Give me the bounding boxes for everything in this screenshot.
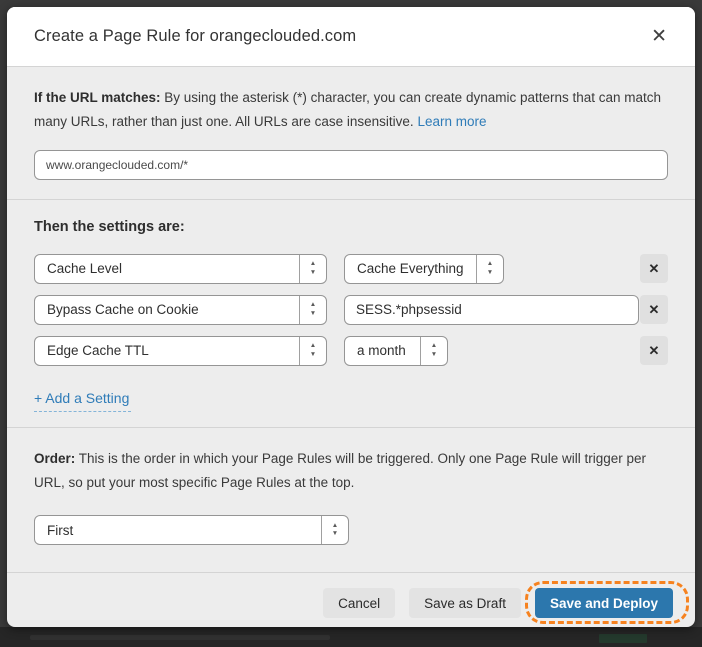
learn-more-link[interactable]: Learn more [417,114,486,129]
stepper-icon: ▲▼ [420,337,447,365]
page-rule-dialog: Create a Page Rule for orangeclouded.com… [7,7,695,627]
url-match-label: If the URL matches: [34,90,161,105]
order-label: Order: [34,451,75,466]
order-select[interactable]: First ▲▼ [34,515,349,545]
setting-row-edge-ttl: Edge Cache TTL ▲▼ a month ▲▼ ✕ [34,336,668,366]
setting-select-cache-level[interactable]: Cache Level ▲▼ [34,254,327,284]
url-match-section: If the URL matches: By using the asteris… [7,67,695,199]
dialog-header: Create a Page Rule for orangeclouded.com… [7,7,695,66]
setting-row-bypass-cookie: Bypass Cache on Cookie ▲▼ ✕ [34,295,668,325]
cancel-button[interactable]: Cancel [323,588,395,618]
stepper-icon: ▲▼ [299,296,326,324]
order-section: Order: This is the order in which your P… [7,428,695,564]
save-as-draft-button[interactable]: Save as Draft [409,588,521,618]
dialog-footer: Cancel Save as Draft Save and Deploy [7,581,695,627]
background-status-text [30,635,330,640]
value-select-ttl[interactable]: a month ▲▼ [344,336,448,366]
dialog-title: Create a Page Rule for orangeclouded.com [34,27,356,46]
add-setting-container: + Add a Setting [34,390,131,412]
setting-select-edge-ttl[interactable]: Edge Cache TTL ▲▼ [34,336,327,366]
add-setting-link[interactable]: + Add a Setting [34,390,129,406]
value-select-cache-everything[interactable]: Cache Everything ▲▼ [344,254,504,284]
stepper-icon: ▲▼ [321,516,348,544]
close-icon[interactable]: ✕ [647,23,671,50]
remove-setting-icon[interactable]: ✕ [640,295,668,324]
add-setting-dashed-underline [34,411,131,412]
remove-setting-icon[interactable]: ✕ [640,254,668,283]
stepper-icon: ▲▼ [299,337,326,365]
url-pattern-input[interactable] [34,150,668,180]
stepper-icon: ▲▼ [476,255,503,283]
remove-setting-icon[interactable]: ✕ [640,336,668,365]
setting-select-bypass-cookie[interactable]: Bypass Cache on Cookie ▲▼ [34,295,327,325]
cookie-pattern-input[interactable] [344,295,639,325]
background-artifact [599,634,647,643]
setting-row-cache-level: Cache Level ▲▼ Cache Everything ▲▼ ✕ [34,254,668,284]
stepper-icon: ▲▼ [299,255,326,283]
settings-heading: Then the settings are: [34,219,668,235]
order-description: Order: This is the order in which your P… [34,447,668,496]
settings-section: Then the settings are: Cache Level ▲▼ Ca… [7,200,695,427]
save-and-deploy-button[interactable]: Save and Deploy [535,588,673,618]
url-match-description: If the URL matches: By using the asteris… [34,86,668,135]
save-and-deploy-wrap: Save and Deploy [535,588,673,618]
page-backdrop [0,627,702,647]
divider [7,572,695,573]
